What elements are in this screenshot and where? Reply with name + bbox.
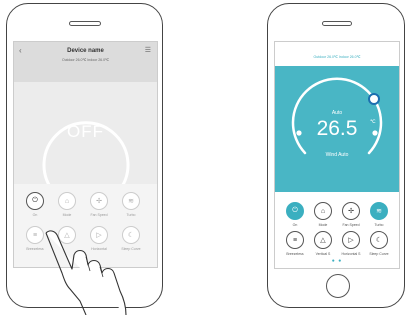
power-button[interactable]: ⏻ xyxy=(286,202,304,220)
button-label: Turbo xyxy=(374,223,384,227)
bell-icon: △ xyxy=(320,237,326,244)
power-icon: ⏻ xyxy=(32,197,38,204)
turbo-button[interactable]: ≋ xyxy=(122,192,140,210)
screen-device-on: Outdoor 26.0℃ Indoor 26.0℃ Auto 26.5 ℃ W… xyxy=(274,41,400,269)
speaker xyxy=(322,21,352,26)
vertical-swing-button[interactable]: △ xyxy=(314,231,332,249)
temperature-subtitle: Outdoor 26.0℃ Indoor 26.0℃ xyxy=(62,58,109,62)
power-icon: ⏻ xyxy=(292,207,298,214)
mode-button[interactable]: ⌂ xyxy=(58,192,76,210)
button-label: Sleep Curve xyxy=(369,252,389,256)
temperature-value: 26.5 xyxy=(316,117,358,140)
header: ‹ Device name ☰ Outdoor 26.0℃ Indoor 26.… xyxy=(14,42,157,82)
breeze-icon: ≡ xyxy=(32,231,38,239)
breezeless-button[interactable]: ≡ xyxy=(286,231,304,249)
wind-text: Wind Auto xyxy=(325,152,349,158)
sleep-icon: ☾ xyxy=(375,237,383,244)
fan-icon: ✢ xyxy=(96,198,102,205)
page-title: Device name xyxy=(67,48,104,54)
temperature-unit: ℃ xyxy=(370,119,376,125)
mode-button[interactable]: ⌂ xyxy=(314,202,332,220)
button-label: Turbo xyxy=(126,213,136,217)
fan-icon: ✢ xyxy=(348,208,354,215)
button-label: Mode xyxy=(62,213,72,217)
fan-speed-button[interactable]: ✢ xyxy=(90,192,108,210)
hand-pointer-icon xyxy=(45,230,127,315)
turbo-icon: ≋ xyxy=(376,208,382,215)
breeze-icon: ≡ xyxy=(292,236,298,244)
menu-icon[interactable]: ☰ xyxy=(145,46,151,54)
power-state-text: OFF xyxy=(67,122,104,141)
power-button[interactable]: ⏻ xyxy=(26,192,44,210)
fan-speed-button[interactable]: ✢ xyxy=(342,202,360,220)
horizontal-swing-button[interactable]: ▷ xyxy=(342,231,360,249)
speaker xyxy=(69,21,101,26)
button-label: On xyxy=(32,213,38,217)
phone-right: Outdoor 26.0℃ Indoor 26.0℃ Auto 26.5 ℃ W… xyxy=(267,3,405,308)
page-indicator: ● ● xyxy=(331,258,343,264)
turbo-button[interactable]: ≋ xyxy=(370,202,388,220)
button-label: Fan Speed xyxy=(90,213,108,217)
mode-text: Auto xyxy=(331,110,343,116)
header: Outdoor 26.0℃ Indoor 26.0℃ xyxy=(275,42,399,62)
temperature-subtitle: Outdoor 26.0℃ Indoor 26.0℃ xyxy=(313,55,361,59)
sleep-curve-button[interactable]: ☾ xyxy=(370,231,388,249)
home-icon: ⌂ xyxy=(320,207,326,215)
home-icon: ⌂ xyxy=(64,197,70,205)
dial-handle[interactable] xyxy=(368,93,380,105)
turbo-icon: ≋ xyxy=(128,198,134,205)
play-icon: ▷ xyxy=(348,237,354,244)
home-button[interactable] xyxy=(326,274,350,298)
